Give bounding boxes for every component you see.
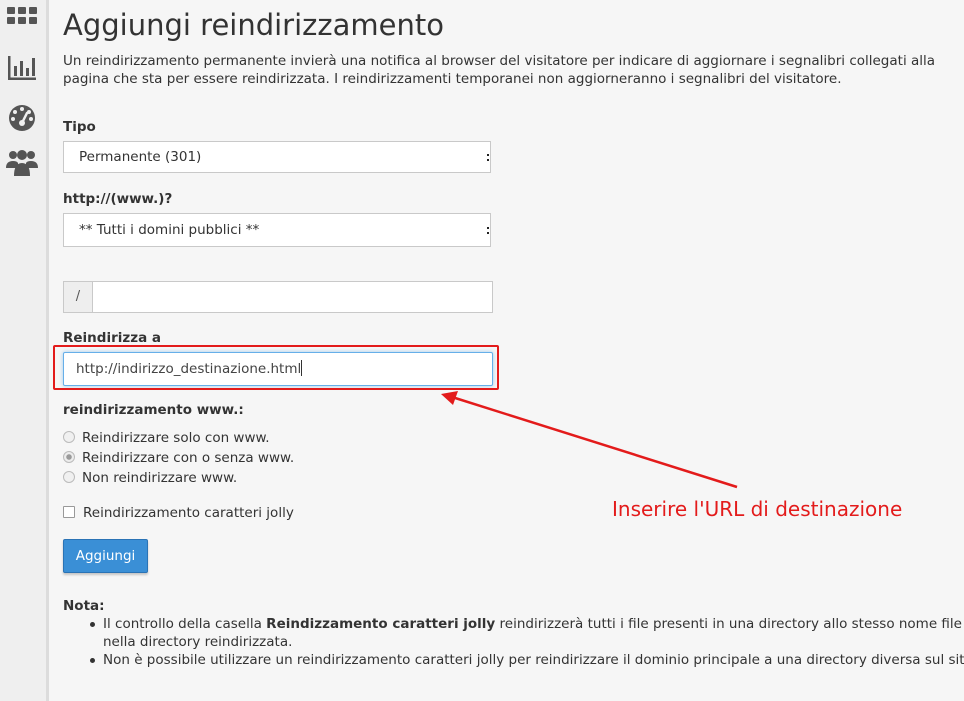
users-icon[interactable] (6, 146, 38, 178)
intro-text: Un reindirizzamento permanente invierà u… (63, 53, 936, 87)
radio-button[interactable] (63, 431, 75, 443)
note-item: Non è possibile utilizzare un reindirizz… (90, 651, 964, 669)
type-label: Tipo (63, 119, 96, 135)
add-button[interactable]: Aggiungi (63, 539, 148, 573)
type-select[interactable]: Permanente (301) (63, 141, 491, 173)
radio-button-checked[interactable] (63, 451, 75, 463)
path-input[interactable] (92, 281, 493, 313)
caret-icon (487, 154, 489, 161)
gauge-icon[interactable] (6, 101, 38, 133)
domain-select-value: ** Tutti i domini pubblici ** (79, 222, 260, 238)
redirect-label: Reindirizza a (63, 330, 162, 346)
path-input-group: / (63, 281, 493, 313)
domain-select[interactable]: ** Tutti i domini pubblici ** (63, 213, 491, 247)
radio-www-only[interactable]: Reindirizzare solo con www. (63, 430, 270, 446)
wildcard-checkbox[interactable] (63, 506, 75, 518)
highlight-box (53, 345, 499, 390)
wildcard-checkbox-row[interactable]: Reindirizzamento caratteri jolly (63, 505, 294, 521)
annotation-text: Inserire l'URL di destinazione (612, 497, 903, 521)
note-item: Il controllo della casella Reindizzament… (90, 615, 964, 651)
path-prefix: / (63, 281, 93, 313)
radio-button[interactable] (63, 471, 75, 483)
sidebar (0, 0, 49, 701)
stats-icon[interactable] (6, 52, 38, 84)
notes-list: Il controllo della casella Reindizzament… (63, 615, 964, 669)
grid-icon[interactable] (6, 4, 38, 36)
notes-title: Nota: (63, 598, 105, 614)
radio-www-both[interactable]: Reindirizzare con o senza www. (63, 450, 294, 466)
www-label: reindirizzamento www.: (63, 402, 244, 418)
type-select-value: Permanente (301) (79, 149, 202, 165)
radio-www-none[interactable]: Non reindirizzare www. (63, 470, 237, 486)
domain-label: http://(www.)? (63, 191, 173, 207)
caret-icon (487, 227, 489, 234)
page-title: Aggiungi reindirizzamento (63, 8, 444, 42)
